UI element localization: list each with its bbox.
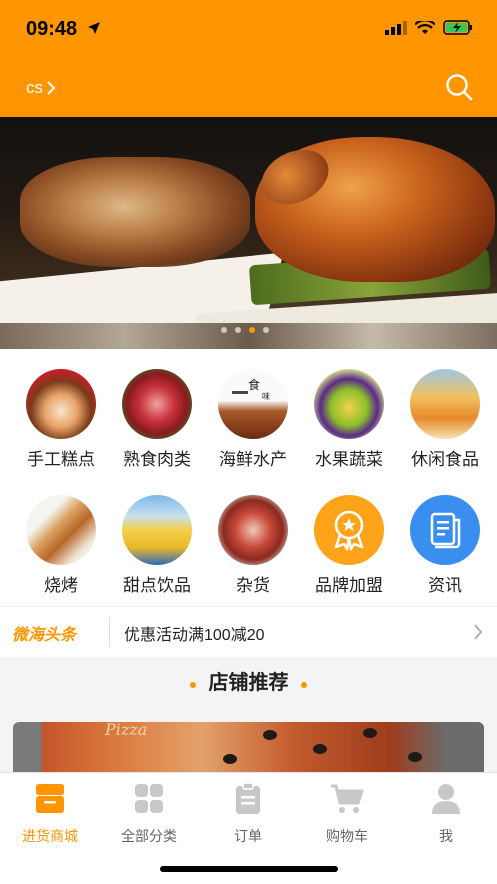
menu-label: 水果蔬菜 [315,450,383,469]
banner-pagination [221,327,269,333]
snack-icon [410,369,480,439]
tab-label: 购物车 [326,828,368,844]
top-header: cs [0,60,497,117]
pagination-dot[interactable] [235,327,241,333]
chevron-right-icon[interactable] [46,80,56,96]
menu-label: 烧烤 [44,576,78,595]
city-selector[interactable]: cs [26,78,43,98]
signal-icon [385,20,407,35]
menu-item-cake[interactable]: 手工糕点 [16,369,106,470]
news-doc-icon [410,495,480,565]
menu-item-dessert[interactable]: 甜点饮品 [112,495,202,596]
tab-label: 全部分类 [121,828,177,844]
brand-medal-icon [314,495,384,565]
tab-categories[interactable]: 全部分类 [104,783,194,846]
status-bar: 09:48 [0,0,497,60]
meat-icon [122,369,192,439]
tab-label: 进货商城 [22,828,78,844]
store-icon [36,784,64,813]
olive-decoration [363,728,377,738]
promo-banner[interactable] [0,117,497,349]
dot-decoration [190,681,197,688]
pagination-dot-active[interactable] [249,327,255,333]
news-headline[interactable]: 优惠活动满100减20 [124,621,265,645]
status-time: 09:48 [26,18,78,40]
section-title: 店铺推荐 [208,672,289,694]
menu-label: 休闲食品 [411,450,479,469]
olive-decoration [408,752,422,762]
menu-label: 杂货 [236,576,270,595]
news-logo: 微海头条 [12,627,77,644]
category-menu: 手工糕点 熟食肉类 食 味 海鲜水产 水果蔬菜 休闲食品 烧烤 甜点饮品 杂货 [0,349,497,606]
grid-icon [135,784,163,813]
status-icons [385,20,473,35]
menu-label: 熟食肉类 [123,450,191,469]
dessert-icon [122,495,192,565]
search-icon[interactable] [445,73,473,101]
banner-sliced-meat [20,157,250,267]
bottom-tab-bar: 进货商城 全部分类 订单 购物车 我 [0,772,497,884]
menu-label: 手工糕点 [27,450,95,469]
tab-orders[interactable]: 订单 [203,782,293,846]
tab-store[interactable]: 进货商城 [5,783,95,846]
user-icon [432,784,460,814]
clipboard-icon [236,782,260,814]
divider [109,617,110,647]
tab-me[interactable]: 我 [401,783,491,846]
tab-label: 订单 [234,828,262,844]
news-ticker[interactable]: 微海头条 优惠活动满100减20 [0,606,497,657]
olive-decoration [263,730,277,740]
dot-decoration [300,681,307,688]
menu-item-grocery[interactable]: 杂货 [208,495,298,596]
menu-item-fruit[interactable]: 水果蔬菜 [304,369,394,470]
bbq-icon [26,495,96,565]
menu-label: 品牌加盟 [315,576,383,595]
chevron-right-icon[interactable] [473,623,483,641]
cake-icon [26,369,96,439]
menu-item-news[interactable]: 资讯 [400,495,490,596]
menu-label: 资讯 [428,576,462,595]
menu-item-snack[interactable]: 休闲食品 [400,369,490,470]
cart-icon [331,784,364,813]
menu-item-meat[interactable]: 熟食肉类 [112,369,202,470]
fruit-icon [314,369,384,439]
tab-cart[interactable]: 购物车 [302,783,392,846]
pagination-dot[interactable] [263,327,269,333]
store-banner-text: Pizza [105,722,148,739]
menu-item-bbq[interactable]: 烧烤 [16,495,106,596]
menu-item-brand[interactable]: 品牌加盟 [304,495,394,596]
svg-text:味: 味 [262,391,270,401]
pagination-dot[interactable] [221,327,227,333]
menu-label: 甜点饮品 [123,576,191,595]
menu-label: 海鲜水产 [219,450,287,469]
tab-label: 我 [439,828,453,844]
location-arrow-icon [88,22,100,34]
olive-decoration [223,754,237,764]
olive-decoration [313,744,327,754]
menu-item-seafood[interactable]: 食 味 海鲜水产 [208,369,298,470]
grocery-icon [218,495,288,565]
wifi-icon [415,20,435,34]
seafood-icon: 食 味 [218,369,288,439]
svg-text:食: 食 [248,377,260,392]
battery-charging-icon [443,20,472,35]
section-header: 店铺推荐 [0,656,497,710]
home-indicator[interactable] [160,866,338,872]
